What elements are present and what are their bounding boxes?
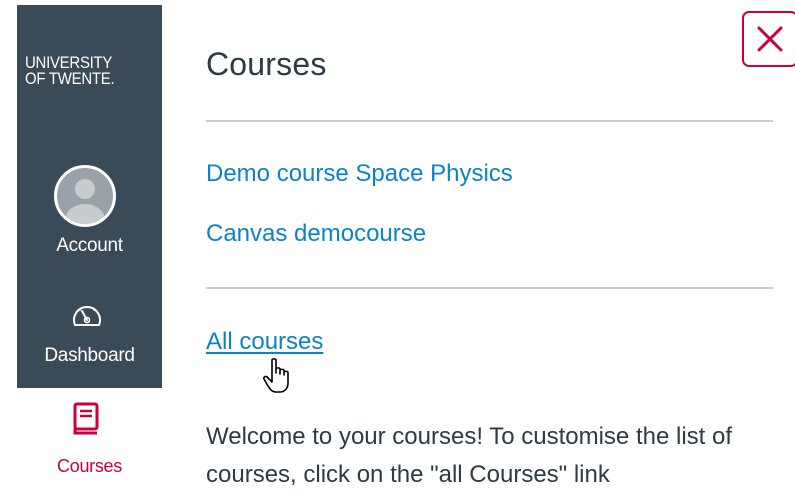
speedometer-icon bbox=[69, 299, 105, 329]
global-navigation: UNIVERSITY OF TWENTE. Account Dashboard … bbox=[17, 5, 162, 498]
close-tray-button[interactable] bbox=[742, 11, 795, 67]
hand-pointer-cursor-icon bbox=[262, 357, 296, 395]
canvas-lms-page: UNIVERSITY OF TWENTE. Account Dashboard … bbox=[0, 0, 795, 498]
tray-title: Courses bbox=[206, 46, 327, 82]
courses-tray: Courses Demo course Space Physics Canvas… bbox=[162, 0, 795, 498]
book-icon bbox=[73, 402, 99, 436]
nav-item-courses-label: Courses bbox=[57, 456, 122, 476]
all-courses-link[interactable]: All courses bbox=[206, 328, 323, 356]
logo-line-2: OF TWENTE. bbox=[25, 69, 115, 88]
welcome-text: Welcome to your courses! To customise th… bbox=[206, 423, 732, 488]
nav-item-courses[interactable]: Courses bbox=[17, 388, 162, 498]
course-link-canvas-democourse[interactable]: Canvas democourse bbox=[206, 220, 426, 248]
nav-item-account-label: Account bbox=[56, 235, 123, 256]
nav-item-dashboard[interactable]: Dashboard bbox=[17, 295, 162, 385]
tray-divider bbox=[206, 287, 773, 289]
nav-item-account[interactable]: Account bbox=[17, 165, 162, 265]
course-link-demo-space-physics[interactable]: Demo course Space Physics bbox=[206, 160, 513, 188]
avatar-icon bbox=[54, 165, 116, 227]
nav-item-dashboard-label: Dashboard bbox=[44, 345, 135, 366]
close-icon bbox=[757, 26, 783, 52]
tray-divider bbox=[206, 120, 773, 122]
university-logo[interactable]: UNIVERSITY OF TWENTE. bbox=[25, 54, 144, 88]
